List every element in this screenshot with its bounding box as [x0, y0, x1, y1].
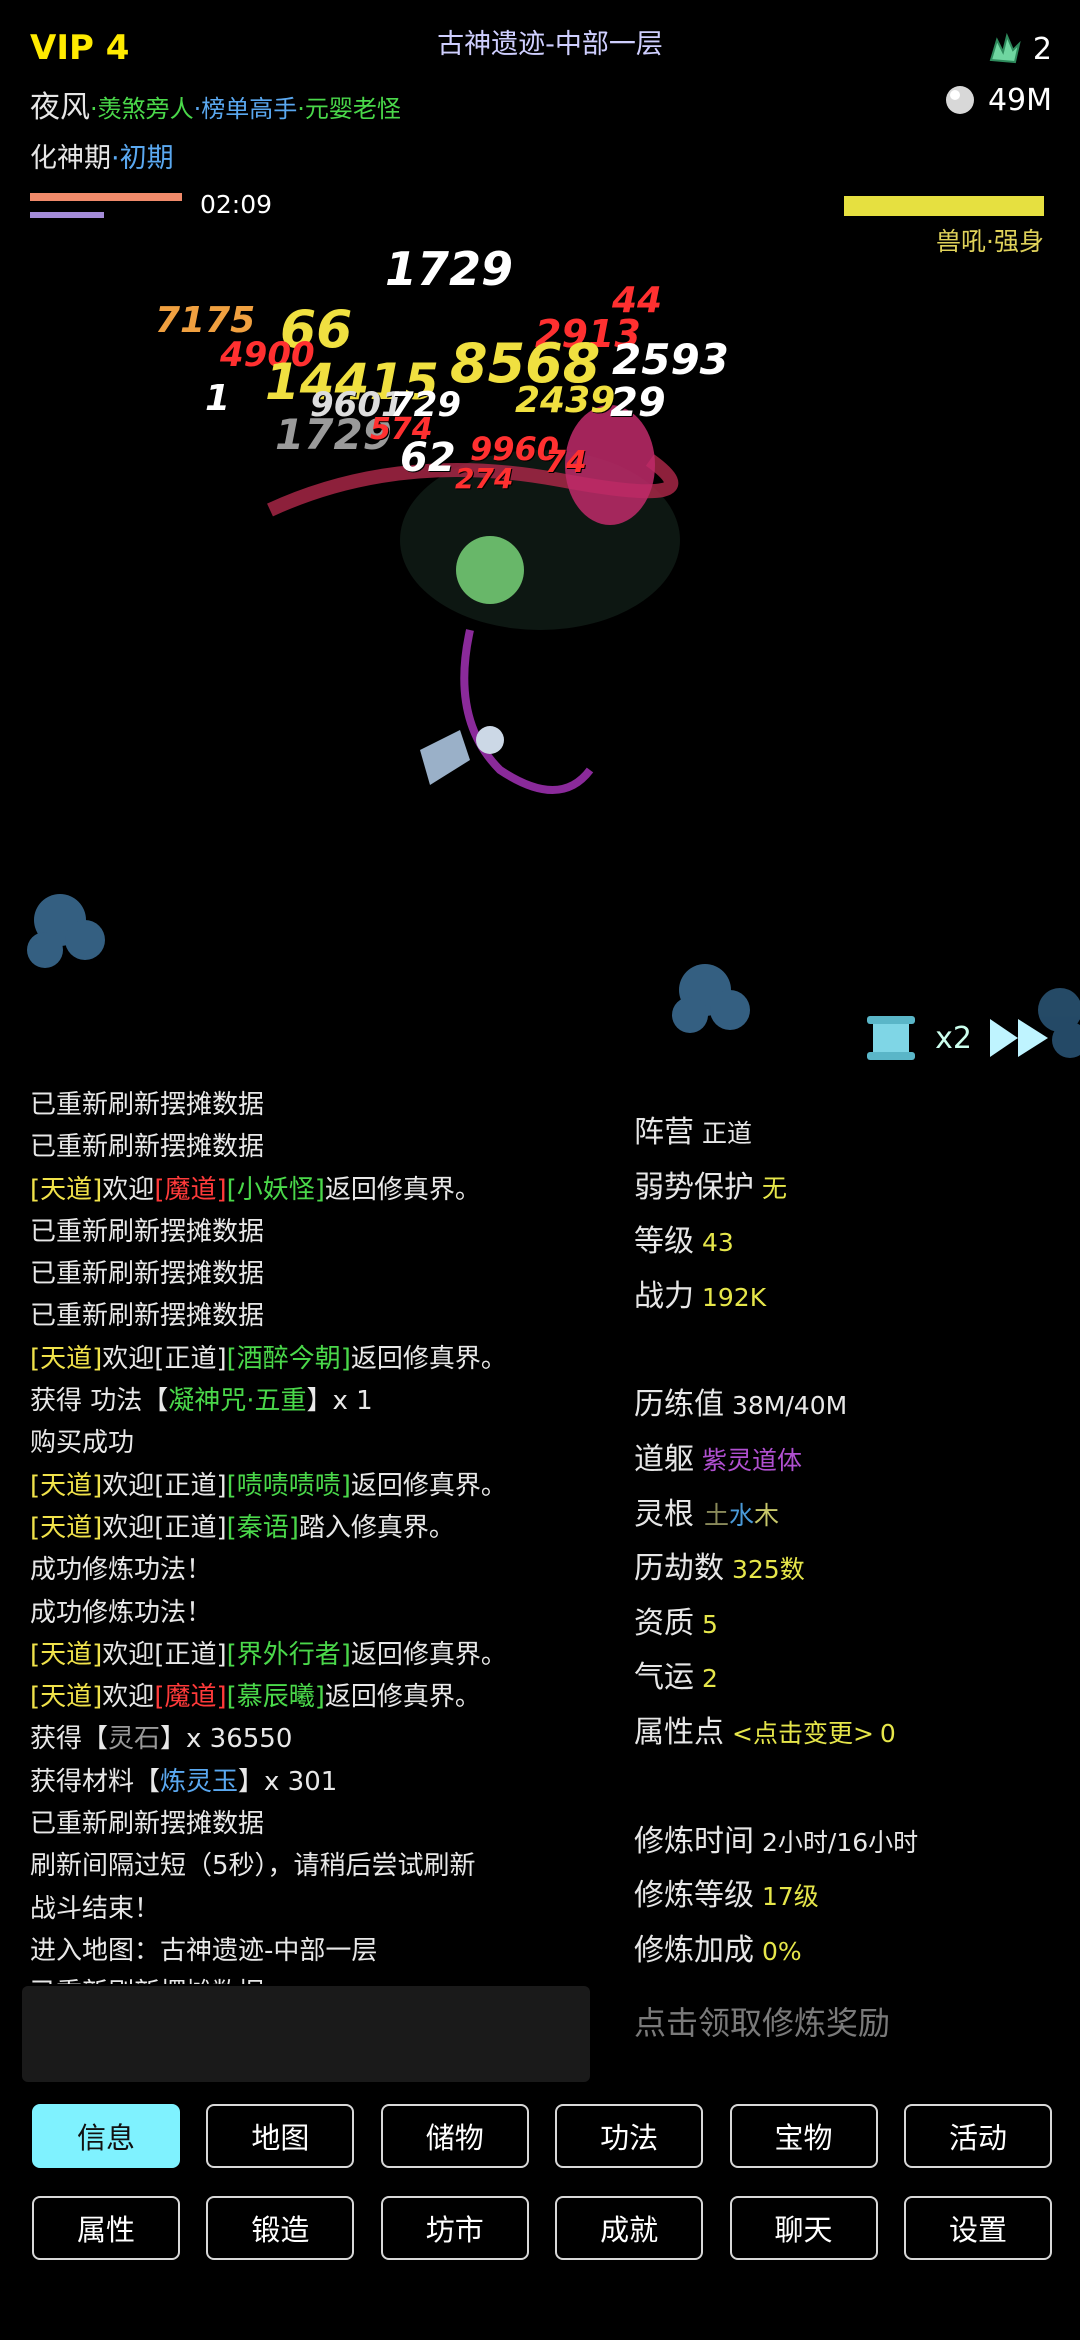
stat-body[interactable]: 道躯 紫灵道体 [634, 1433, 1064, 1488]
gem-counter[interactable]: 2 [985, 30, 1052, 68]
tab-attributes[interactable]: 属性 [32, 2196, 180, 2260]
log-line: 已重新刷新摆摊数据 [30, 1972, 600, 1984]
tab-storage[interactable]: 储物 [380, 2104, 529, 2168]
title-3: ·元婴老怪 [297, 95, 401, 123]
realm-row: 化神期·初期 [30, 136, 174, 175]
log-line: 战斗结束！ [30, 1893, 161, 1924]
title-2: ·榜单高手 [193, 95, 298, 123]
spirit-burst [456, 536, 524, 604]
log-line: 已重新刷新摆摊数据 [30, 1090, 265, 1120]
speed-multiplier: x2 [935, 1020, 972, 1056]
claim-training-reward-button[interactable]: 点击领取修炼奖励 [634, 1998, 890, 2044]
realm: 化神期 [30, 143, 111, 174]
message-log[interactable]: 已重新刷新摆摊数据 已重新刷新摆摊数据 [天道]欢迎[魔道][小妖怪]返回修真界。已… [30, 1084, 600, 1984]
log-line: 获得 功法【凝神咒·五重】x 1 [30, 1386, 373, 1417]
log-line: [天道]欢迎[正道][酒醉今朝]返回修真界。 [30, 1343, 507, 1374]
log-line: [天道]欢迎[魔道][慕辰曦]返回修真界。 [30, 1682, 481, 1713]
stat-train-bonus: 修炼加成 0% [634, 1932, 802, 1968]
character-stats: 阵营 正道 弱势保护无 等级 43 战力 192K 历练值 38M/40M 道躯 紫灵道体… [634, 1106, 1064, 1978]
log-line: 已重新刷新摆摊数据 [30, 1259, 265, 1290]
log-line: 已重新刷新摆摊数据 [30, 1301, 265, 1332]
mist-monster-right [672, 964, 750, 1033]
tab-treasure[interactable]: 宝物 [729, 2104, 878, 2168]
log-line: [天道]欢迎[正道][啧啧啧啧]返回修真界。 [30, 1470, 507, 1501]
change-attributes-link[interactable]: <点击变更> [732, 1719, 874, 1748]
log-line: [天道]欢迎[魔道][小妖怪]返回修真界。 [30, 1174, 481, 1205]
log-line: 成功修炼功法！ [30, 1555, 213, 1586]
damage-number: 2593 [612, 335, 729, 384]
tab-achievements[interactable]: 成就 [555, 2196, 704, 2260]
log-line: [天道]欢迎[正道][界外行者]返回修真界。 [30, 1639, 507, 1670]
log-line: 成功修炼功法！ [30, 1597, 213, 1628]
player-mp-bar [30, 212, 104, 218]
stat-tribulation: 历劫数 325数 [634, 1551, 805, 1587]
enemy-hp-bar [844, 196, 1044, 216]
stat-power: 战力 192K [634, 1278, 767, 1314]
player-hp-bar [30, 193, 182, 201]
damage-number: 2439 [515, 380, 616, 421]
chat-input[interactable] [22, 1986, 590, 2082]
gem-count: 2 [1032, 31, 1052, 67]
stat-protection: 弱势保护无 [634, 1169, 788, 1205]
battle-speed-control[interactable]: x2 [863, 1010, 1052, 1066]
battle-timer: 02:09 [200, 190, 273, 219]
tab-skills[interactable]: 功法 [555, 2104, 704, 2168]
silver-counter[interactable]: 49M [942, 82, 1052, 118]
log-line: 获得材料【炼灵玉】x 301 [30, 1766, 338, 1797]
fast-forward-icon[interactable] [988, 1015, 1052, 1061]
jade-icon [989, 32, 1021, 64]
damage-number: 1 [205, 378, 231, 419]
title-1: ·羡煞旁人 [90, 95, 194, 123]
stat-faction: 阵营 正道 [634, 1115, 753, 1150]
stat-root: 灵根 土水木 [634, 1496, 780, 1532]
tab-events[interactable]: 活动 [903, 2104, 1052, 2168]
scroll-icon[interactable] [863, 1010, 919, 1066]
mist-monster-left [27, 894, 105, 968]
damage-number: 62 [400, 435, 456, 481]
stat-luck: 气运 2 [634, 1660, 718, 1696]
tab-forge[interactable]: 锻造 [206, 2196, 355, 2260]
log-line: 获得【灵石】x 36550 [30, 1724, 293, 1755]
tab-settings[interactable]: 设置 [903, 2196, 1052, 2260]
log-line: 已重新刷新摆摊数据 [30, 1132, 265, 1163]
damage-number: 29 [610, 380, 666, 426]
damage-number: 274 [455, 462, 514, 495]
damage-number: 74 [545, 445, 587, 480]
log-line: 已重新刷新摆摊数据 [30, 1216, 265, 1247]
menu-row-2: 属性 锻造 坊市 成就 聊天 设置 [32, 2196, 1052, 2260]
log-line: 购买成功 [30, 1428, 135, 1459]
stat-train-level: 修炼等级 17级 [634, 1878, 819, 1914]
damage-number: 1729 [385, 242, 514, 296]
sword-trail [460, 629, 594, 794]
stat-experience: 历练值 38M/40M [634, 1387, 848, 1423]
log-line: 已重新刷新摆摊数据 [30, 1809, 265, 1840]
spirit-stone-icon [945, 86, 974, 114]
map-title: 古神遗迹-中部一层 [437, 29, 663, 60]
player-name-row[interactable]: 夜风·羡煞旁人·榜单高手·元婴老怪 [30, 82, 401, 126]
tab-chat[interactable]: 聊天 [729, 2196, 878, 2260]
battlefield: 1729 44 7175 66 2913 4900 8568 2593 1441… [0, 242, 1080, 1090]
stat-aptitude: 资质 5 [634, 1605, 718, 1641]
player-name: 夜风 [30, 90, 90, 125]
tab-info[interactable]: 信息 [32, 2104, 180, 2168]
log-line: [天道]欢迎[正道][秦语]踏入修真界。 [30, 1512, 455, 1543]
silver-count: 49M [987, 82, 1052, 118]
tab-market[interactable]: 坊市 [380, 2196, 529, 2260]
tab-map[interactable]: 地图 [206, 2104, 355, 2168]
stat-attribute-points[interactable]: 属性点 <点击变更> 0 [634, 1706, 1064, 1761]
stat-level: 等级 43 [634, 1224, 734, 1260]
realm-stage: ·初期 [111, 143, 174, 174]
log-line: 进入地图：古神遗迹-中部一层 [30, 1935, 378, 1966]
stat-train-time: 修炼时间 2小时/16小时 [634, 1823, 919, 1859]
menu-row-1: 信息 地图 储物 功法 宝物 活动 [32, 2104, 1052, 2168]
log-line: 刷新间隔过短（5秒），请稍后尝试刷新 [30, 1851, 476, 1882]
